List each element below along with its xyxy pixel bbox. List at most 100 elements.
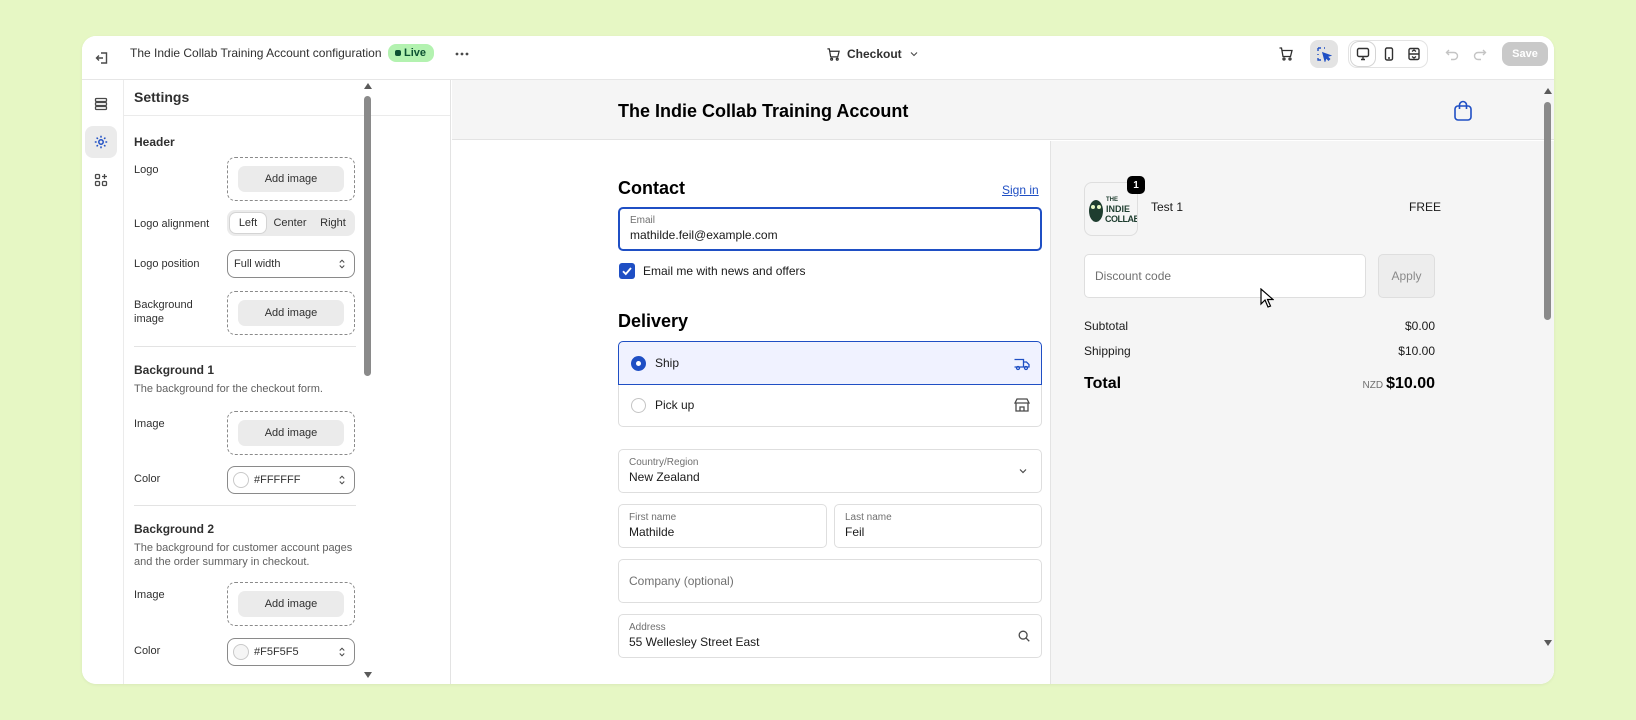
logo-position-select[interactable]: Full width (227, 250, 355, 278)
redo-icon[interactable] (1466, 40, 1494, 68)
mobile-icon[interactable] (1377, 42, 1401, 66)
product-price: FREE (1409, 200, 1442, 214)
shipping-value: $10.00 (1398, 344, 1435, 358)
shopping-bag-icon[interactable] (1453, 100, 1473, 122)
left-rail (82, 80, 124, 684)
sign-in-link[interactable]: Sign in (1002, 183, 1039, 197)
divider (134, 346, 356, 347)
logo-text-collab: COLLAB (1105, 214, 1138, 224)
logo-alignment-control: Left Center Right (227, 210, 355, 236)
discount-code-input[interactable]: Discount code (1084, 254, 1366, 298)
address-value: 55 Wellesley Street East (629, 635, 760, 649)
background2-image-picker: Add image (227, 582, 355, 626)
background1-title: Background 1 (134, 363, 215, 377)
background1-color-label: Color (134, 473, 161, 485)
pickup-option[interactable]: Pick up (618, 385, 1042, 427)
align-left-option[interactable]: Left (230, 213, 266, 233)
background1-color-value: #FFFFFF (254, 474, 301, 486)
cart-icon (827, 47, 840, 61)
subtotal-label: Subtotal (1084, 319, 1129, 333)
first-name-field[interactable]: First name Mathilde (618, 504, 827, 548)
check-icon (622, 267, 632, 276)
logo-image-picker: Add image (227, 157, 355, 201)
settings-panel: Settings Header Logo Add image Logo alig… (124, 80, 451, 684)
newsletter-checkbox[interactable] (619, 263, 635, 279)
ship-option[interactable]: Ship (618, 341, 1042, 385)
company-field[interactable]: Company (optional) (618, 559, 1042, 603)
last-name-value: Feil (845, 525, 865, 539)
undo-icon[interactable] (1438, 40, 1466, 68)
editor-window: The Indie Collab Training Account config… (82, 36, 1554, 684)
subtotal-value: $0.00 (1404, 319, 1435, 333)
delivery-title: Delivery (618, 311, 689, 331)
apps-icon[interactable] (85, 164, 117, 196)
background1-image-picker: Add image (227, 411, 355, 455)
page-selector[interactable]: Checkout (820, 40, 926, 68)
exit-icon[interactable] (88, 44, 116, 72)
apply-button[interactable]: Apply (1378, 254, 1435, 298)
background-image-picker: Add image (227, 291, 355, 335)
top-bar: The Indie Collab Training Account config… (82, 36, 1554, 80)
select-arrows-icon (339, 259, 345, 269)
background1-color-picker[interactable]: #FFFFFF (227, 466, 355, 494)
logo-add-image-button[interactable]: Add image (238, 166, 344, 192)
background1-image-label: Image (134, 418, 165, 430)
ship-radio (631, 356, 646, 371)
ship-label: Ship (655, 356, 680, 370)
quantity-badge: 1 (1127, 176, 1145, 194)
inspector-icon[interactable] (1310, 40, 1338, 68)
email-value: mathilde.feil@example.com (630, 228, 778, 242)
scroll-up-icon (364, 83, 372, 89)
divider (134, 505, 356, 506)
logo-position-value: Full width (234, 258, 281, 270)
more-actions-icon[interactable] (448, 40, 476, 68)
desktop-icon[interactable] (1351, 42, 1375, 66)
live-badge-label: Live (404, 47, 427, 59)
background-image-label: Background image (134, 299, 193, 325)
country-value: New Zealand (629, 470, 700, 484)
theme-settings-icon[interactable] (85, 126, 117, 158)
address-field[interactable]: Address 55 Wellesley Street East (618, 614, 1042, 658)
color-swatch (233, 644, 249, 660)
total-label: Total (1084, 375, 1122, 392)
store-name: The Indie Collab Training Account (618, 101, 909, 121)
theme-title: The Indie Collab Training Account config… (130, 46, 382, 60)
discount-placeholder: Discount code (1095, 269, 1172, 283)
shipping-label: Shipping (1084, 344, 1131, 358)
country-select[interactable]: Country/Region New Zealand (618, 449, 1042, 493)
cart-preview-icon[interactable] (1272, 40, 1300, 68)
preview-scrollbar[interactable] (1542, 80, 1554, 684)
select-arrows-icon (339, 475, 345, 485)
fullscreen-icon[interactable] (1402, 42, 1426, 66)
header-section-title: Header (134, 135, 175, 149)
email-label: Email (630, 215, 656, 226)
total-amount: NZD $10.00 (1311, 375, 1436, 393)
company-placeholder: Company (optional) (629, 574, 734, 588)
background-add-image-button[interactable]: Add image (238, 300, 344, 326)
panel-scrollbar[interactable] (362, 80, 374, 684)
background2-description: The background for customer account page… (134, 542, 353, 568)
select-arrows-icon (339, 647, 345, 657)
product-name: Test 1 (1151, 200, 1184, 214)
chevron-down-icon (1019, 469, 1027, 474)
store-icon (1013, 398, 1031, 412)
live-badge: Live (388, 44, 435, 62)
order-summary: THE INDIE COLLAB 1 Test 1 FREE Discount … (1050, 141, 1554, 684)
background1-add-image-button[interactable]: Add image (238, 420, 344, 446)
save-button[interactable]: Save (1502, 42, 1548, 66)
panel-scroll-thumb[interactable] (364, 96, 371, 376)
preview-scroll-thumb[interactable] (1544, 102, 1551, 320)
align-center-option[interactable]: Center (268, 213, 312, 233)
sections-icon[interactable] (85, 88, 117, 120)
background2-color-picker[interactable]: #F5F5F5 (227, 638, 355, 666)
align-right-option[interactable]: Right (314, 213, 352, 233)
email-field[interactable]: Email mathilde.feil@example.com (618, 207, 1042, 251)
background2-color-label: Color (134, 645, 161, 657)
pickup-label: Pick up (655, 398, 695, 412)
truck-icon (1014, 358, 1030, 371)
newsletter-label: Email me with news and offers (643, 264, 806, 278)
contact-title: Contact (618, 178, 685, 198)
last-name-label: Last name (845, 512, 892, 523)
last-name-field[interactable]: Last name Feil (834, 504, 1042, 548)
background2-add-image-button[interactable]: Add image (238, 591, 344, 617)
